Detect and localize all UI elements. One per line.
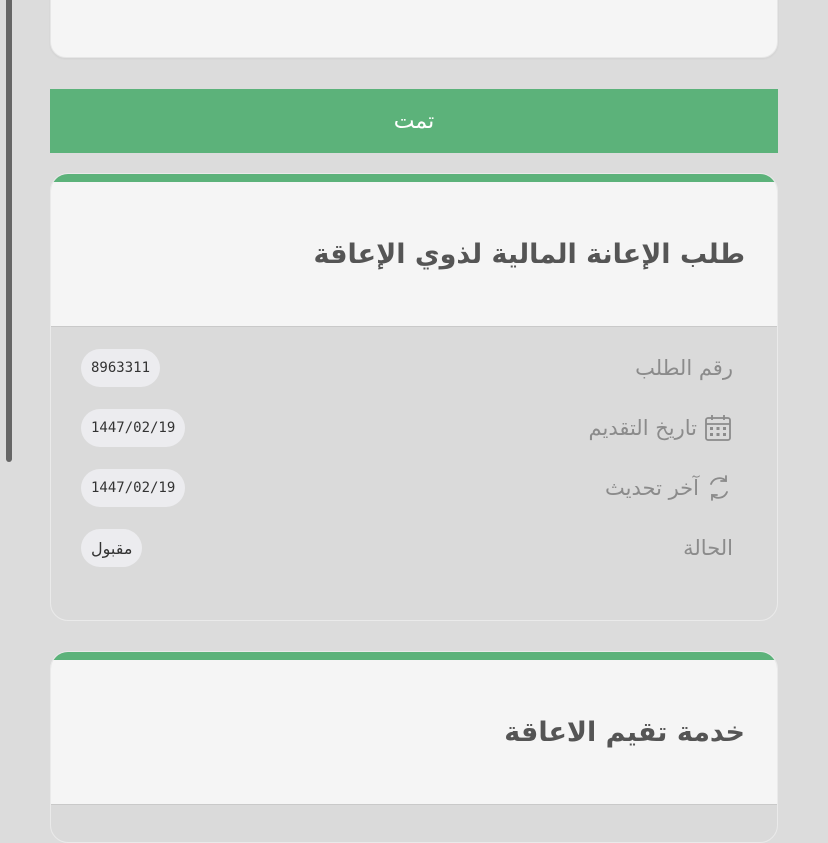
calendar-icon — [703, 413, 733, 443]
card-header: خدمة تقيم الاعاقة — [51, 660, 777, 805]
row-label: تاريخ التقديم — [589, 413, 734, 443]
submission-date-value: 1447/02/19 — [81, 409, 186, 447]
row-submission-date: تاريخ التقديم 1447/02/19 — [81, 408, 733, 448]
request-number-value: 8963311 — [81, 349, 161, 387]
status-label: تمت — [393, 108, 435, 134]
row-last-update: آخر تحديث 1447/02/19 — [81, 468, 733, 508]
row-status: الحالة مقبول — [81, 528, 733, 568]
status-label-text: الحالة — [683, 536, 733, 560]
card-header: طلب الإعانة المالية لذوي الإعاقة — [51, 182, 777, 327]
row-label: آخر تحديث — [605, 474, 733, 502]
status-banner: تمت — [50, 89, 778, 153]
refresh-icon — [705, 474, 733, 502]
card-accent-bar — [51, 652, 777, 660]
last-update-label: آخر تحديث — [605, 476, 699, 500]
row-request-number: رقم الطلب 8963311 — [81, 348, 733, 388]
card-title: طلب الإعانة المالية لذوي الإعاقة — [313, 238, 745, 270]
status-badge: مقبول — [81, 529, 143, 567]
service-card[interactable]: خدمة تقيم الاعاقة — [50, 651, 778, 843]
card-title: خدمة تقيم الاعاقة — [504, 716, 745, 748]
last-update-value: 1447/02/19 — [81, 469, 186, 507]
row-label: رقم الطلب — [635, 356, 733, 380]
request-number-label: رقم الطلب — [635, 356, 733, 380]
previous-card-bottom — [50, 0, 778, 58]
submission-date-label: تاريخ التقديم — [588, 416, 698, 440]
request-card[interactable]: طلب الإعانة المالية لذوي الإعاقة رقم الط… — [50, 173, 778, 621]
row-label: الحالة — [683, 536, 733, 560]
scroll-indicator[interactable] — [6, 0, 12, 462]
card-accent-bar — [51, 174, 777, 182]
